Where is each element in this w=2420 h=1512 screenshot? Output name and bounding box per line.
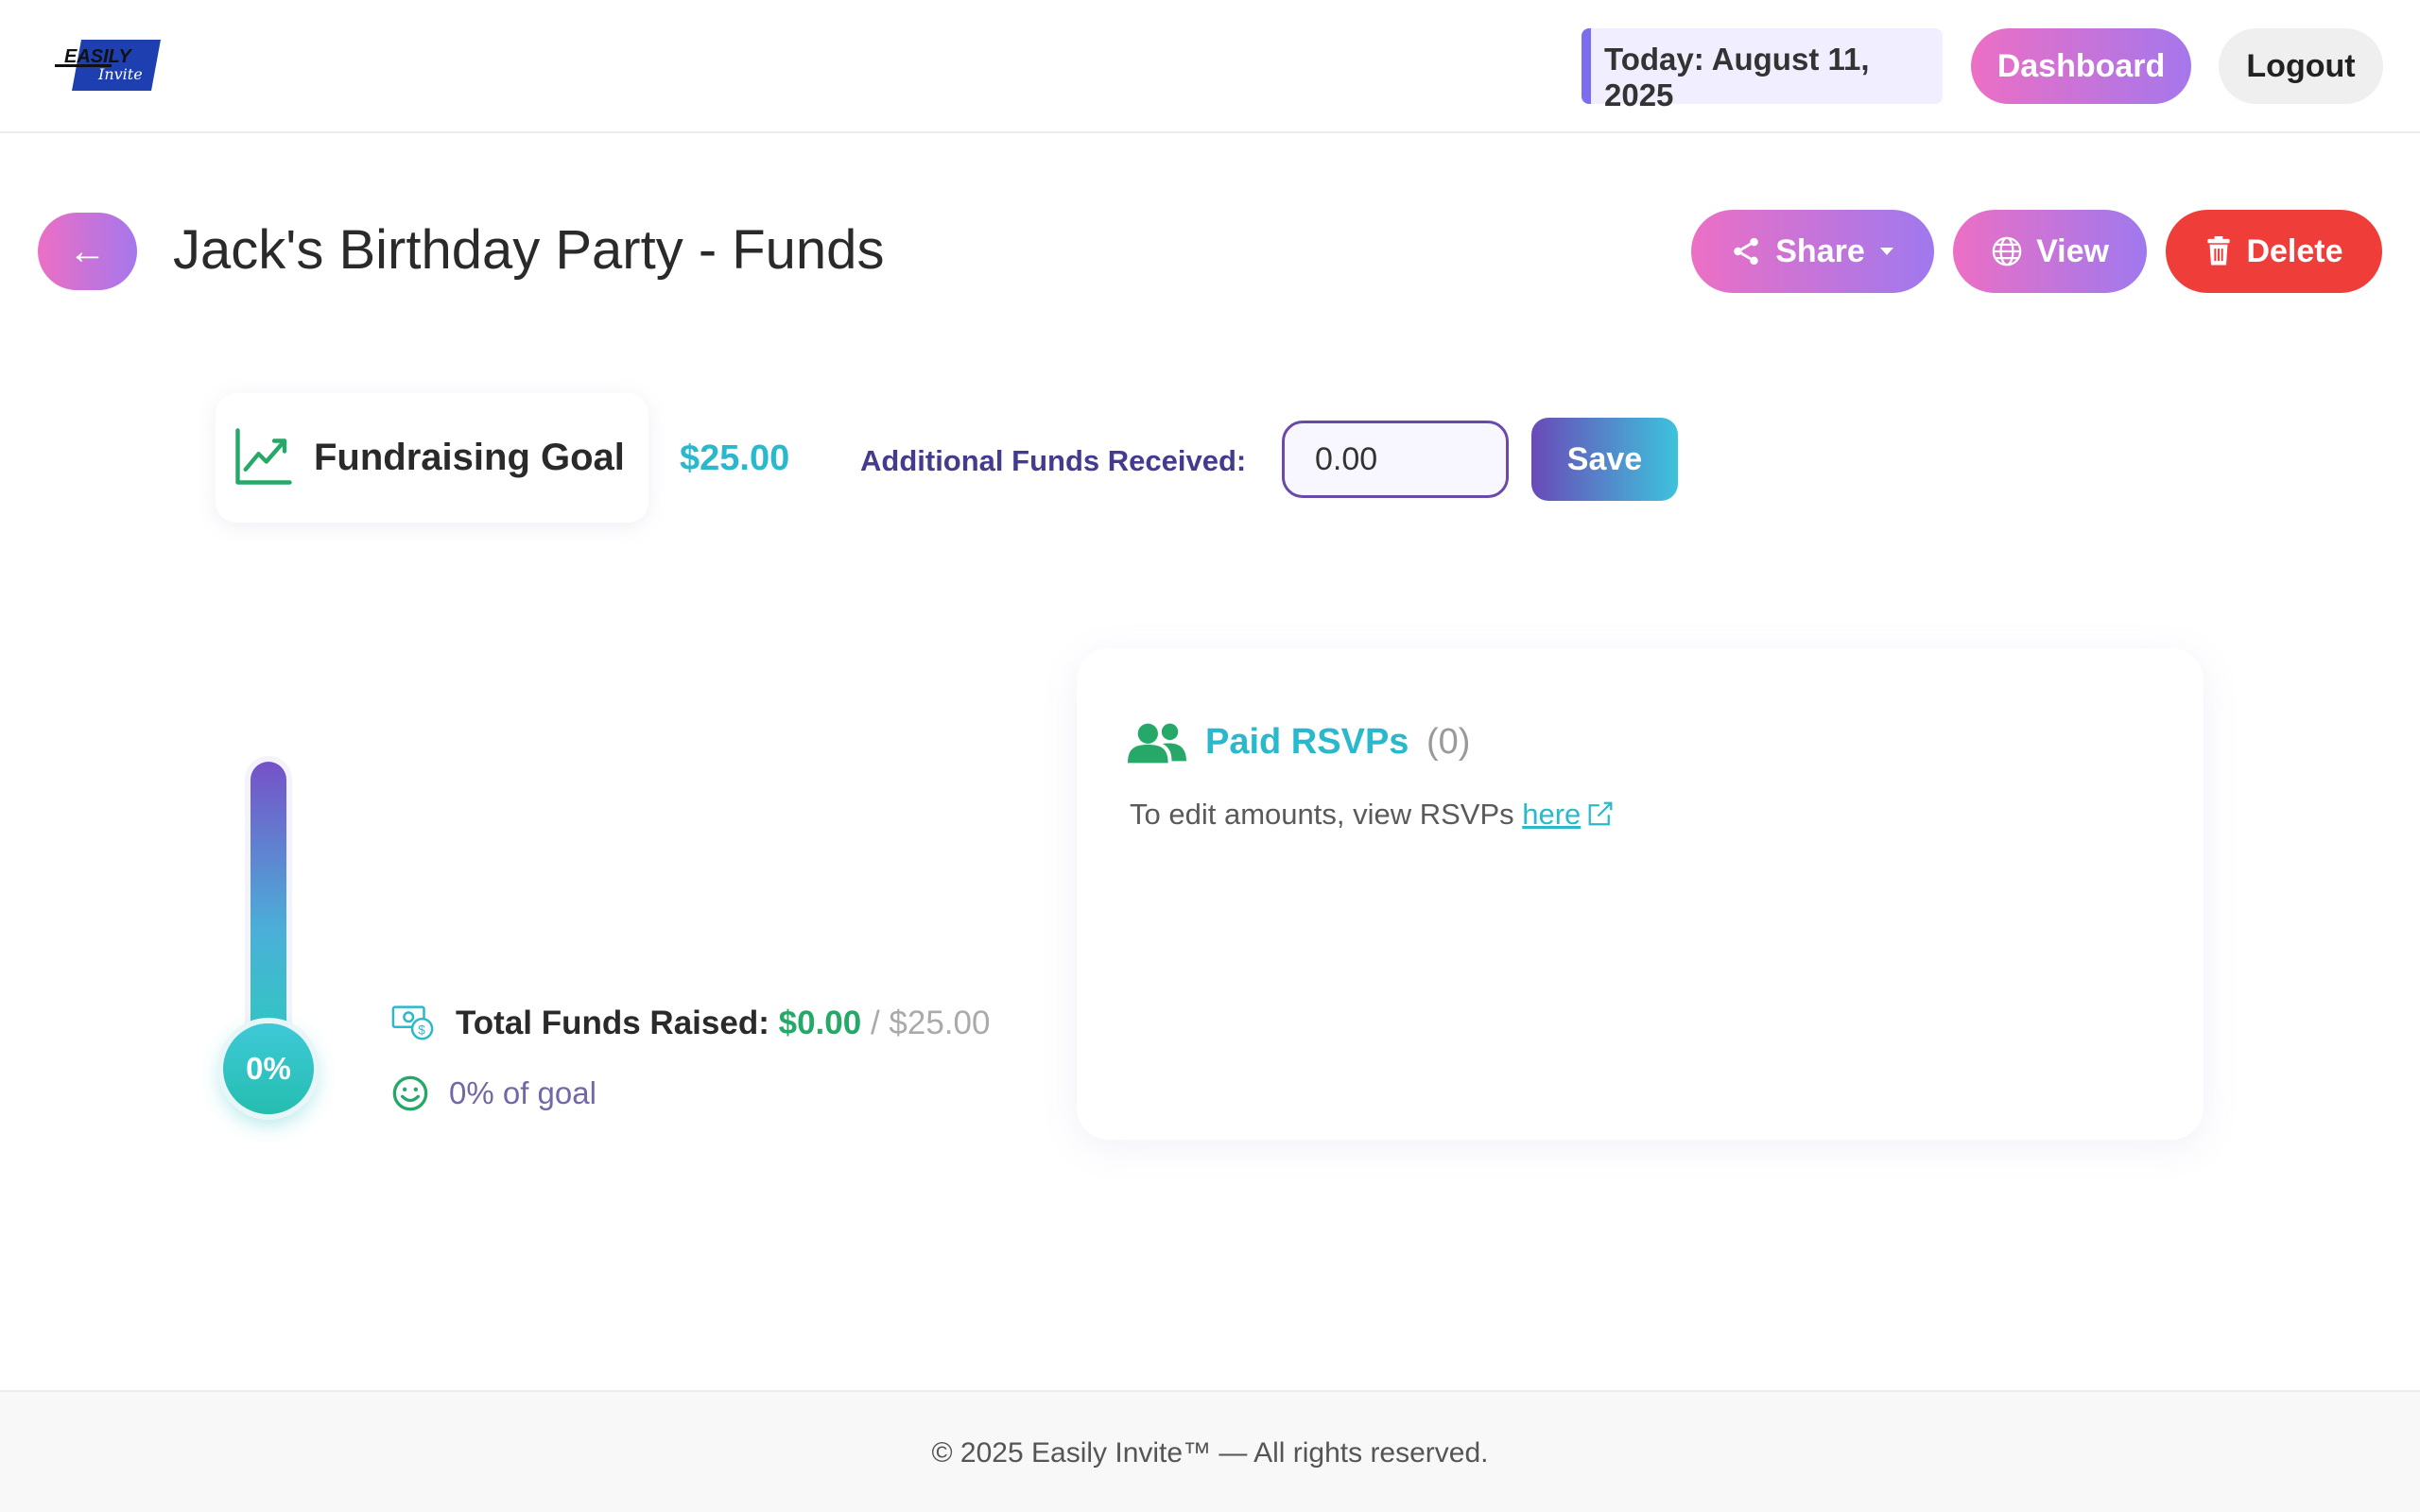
logout-button[interactable]: Logout <box>2219 28 2383 104</box>
paid-rsvps-count: (0) <box>1426 722 1471 762</box>
logo-text-bottom: Invite <box>97 65 143 83</box>
goal-amount: $25.00 <box>680 438 790 478</box>
users-icon <box>1128 723 1186 764</box>
delete-label: Delete <box>2246 232 2343 269</box>
total-funds-line: Total Funds Raised: $0.00 / $25.00 <box>456 1005 990 1042</box>
trash-icon <box>2207 236 2231 266</box>
smile-icon <box>392 1075 428 1111</box>
paid-rsvps-title: Paid RSVPs <box>1205 722 1409 762</box>
additional-funds-input[interactable] <box>1282 421 1509 498</box>
footer-copyright: © 2025 Easily Invite™ — All rights reser… <box>931 1437 1489 1469</box>
progress-thermometer <box>251 762 286 1045</box>
back-arrow-icon: ← <box>68 230 107 272</box>
fundraising-goal-card: Fundraising Goal <box>216 393 648 523</box>
external-link-icon <box>1588 801 1613 826</box>
back-button[interactable]: ← <box>38 213 137 290</box>
share-button[interactable]: Share <box>1691 210 1934 293</box>
delete-button[interactable]: Delete <box>2166 210 2382 293</box>
total-funds-label: Total Funds Raised: <box>456 1005 769 1041</box>
percent-of-goal: 0% of goal <box>449 1075 596 1110</box>
progress-percent-badge: 0% <box>223 1023 314 1114</box>
share-icon <box>1734 237 1758 266</box>
logo[interactable]: EASILY Invite <box>55 36 164 94</box>
trending-up-icon <box>235 428 292 485</box>
save-button[interactable]: Save <box>1531 418 1678 501</box>
paid-rsvps-card: Paid RSVPs (0) To edit amounts, view RSV… <box>1077 648 2204 1140</box>
fundraising-goal-label: Fundraising Goal <box>314 437 625 478</box>
progress-percent-label: 0% <box>246 1051 291 1086</box>
share-label: Share <box>1775 232 1865 269</box>
additional-funds-label: Additional Funds Received: <box>860 444 1247 477</box>
logo-text-top: EASILY <box>64 46 132 67</box>
logo-graphic: EASILY Invite <box>55 40 161 91</box>
rsvp-edit-note: To edit amounts, view RSVPs here <box>1130 798 1615 832</box>
rsvps-here-link-text: here <box>1522 798 1582 831</box>
rsvps-here-link[interactable]: here <box>1522 798 1615 831</box>
view-button[interactable]: View <box>1953 210 2147 293</box>
svg-text:$: $ <box>418 1022 425 1037</box>
total-funds-goal: / $25.00 <box>870 1005 991 1041</box>
rsvp-note-text: To edit amounts, view RSVPs <box>1130 798 1523 831</box>
today-date-badge: Today: August 11, 2025 <box>1582 28 1943 112</box>
globe-icon <box>1992 236 2022 266</box>
money-icon: $ <box>391 1005 434 1040</box>
footer: © 2025 Easily Invite™ — All rights reser… <box>0 1390 2420 1512</box>
top-navbar: EASILY Invite Today: August 11, 2025 Das… <box>0 0 2420 133</box>
page-title: Jack's Birthday Party - Funds <box>173 219 885 281</box>
view-label: View <box>2036 232 2109 269</box>
total-funds-value: $0.00 <box>778 1005 862 1041</box>
dashboard-button[interactable]: Dashboard <box>1971 28 2191 104</box>
chevron-down-icon <box>1879 248 1893 255</box>
